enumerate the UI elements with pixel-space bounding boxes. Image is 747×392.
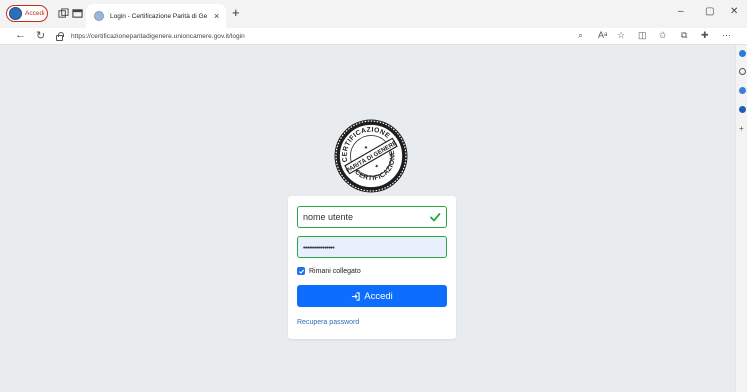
check-icon: [430, 213, 441, 222]
more-icon[interactable]: ⋯: [722, 30, 731, 41]
lock-icon: [56, 31, 64, 41]
remember-me-label: Rimani collegato: [309, 267, 361, 275]
star-icon[interactable]: ☆: [617, 30, 625, 41]
page-content: CERTIFICAZIONE CERTIFICAZIONE PARITÀ DI …: [0, 45, 735, 392]
extensions-icon[interactable]: ✚: [701, 30, 709, 41]
profile-button[interactable]: Accedi: [6, 5, 48, 22]
login-button[interactable]: Accedi: [297, 285, 447, 307]
username-field[interactable]: [297, 206, 447, 228]
refresh-icon[interactable]: ↻: [36, 29, 45, 42]
remember-me-checkbox[interactable]: Rimani collegato: [297, 267, 361, 275]
split-screen-icon[interactable]: ◫: [638, 30, 647, 41]
outlook-icon[interactable]: [739, 106, 746, 113]
profile-label: Accedi: [25, 10, 45, 17]
shopping-icon[interactable]: [739, 87, 746, 94]
url-box[interactable]: https://certificazioneparitadigenere.uni…: [56, 29, 616, 43]
tab-login[interactable]: Login - Certificazione Parità di Ge ×: [86, 4, 226, 28]
favorites-icon[interactable]: ✩: [659, 30, 667, 41]
sign-in-icon: [352, 291, 360, 301]
new-tab-button[interactable]: +: [232, 5, 240, 21]
text-size-icon[interactable]: Aᵃ: [598, 30, 607, 40]
add-app-icon[interactable]: +: [739, 124, 744, 133]
password-field[interactable]: [297, 236, 447, 259]
collections-button-icon[interactable]: ⧉: [681, 30, 687, 41]
login-button-label: Accedi: [364, 290, 393, 302]
tab-title: Login - Certificazione Parità di Ge: [110, 12, 208, 20]
copilot-icon[interactable]: [739, 50, 746, 57]
parita-genere-seal-logo: CERTIFICAZIONE CERTIFICAZIONE PARITÀ DI …: [333, 118, 408, 193]
back-arrow-icon[interactable]: ←: [15, 29, 26, 41]
checkbox-checked-icon[interactable]: [297, 267, 305, 275]
password-input[interactable]: [298, 238, 446, 259]
profile-avatar-icon: [9, 7, 22, 20]
site-favicon-icon: [94, 11, 104, 21]
collections-icon[interactable]: [58, 8, 69, 19]
read-aloud-icon[interactable]: ⌕: [578, 30, 583, 41]
login-card: Rimani collegato Accedi Recupera passwor…: [288, 196, 456, 339]
browser-tab-strip: Accedi Login - Certificazione Parità di …: [0, 0, 747, 28]
close-tab-icon[interactable]: ×: [214, 11, 219, 21]
maximize-button[interactable]: ▢: [705, 6, 714, 17]
edge-sidebar: +: [735, 45, 747, 392]
search-icon[interactable]: [739, 68, 746, 75]
minimize-button[interactable]: –: [678, 6, 684, 17]
recover-password-link[interactable]: Recupera password: [297, 319, 359, 326]
username-input[interactable]: [298, 207, 446, 227]
address-bar: ← ↻ https://certificazioneparitadigenere…: [0, 28, 747, 45]
tab-actions-icon[interactable]: [72, 8, 83, 19]
url-text[interactable]: https://certificazioneparitadigenere.uni…: [71, 33, 245, 40]
close-window-button[interactable]: ✕: [730, 6, 738, 17]
